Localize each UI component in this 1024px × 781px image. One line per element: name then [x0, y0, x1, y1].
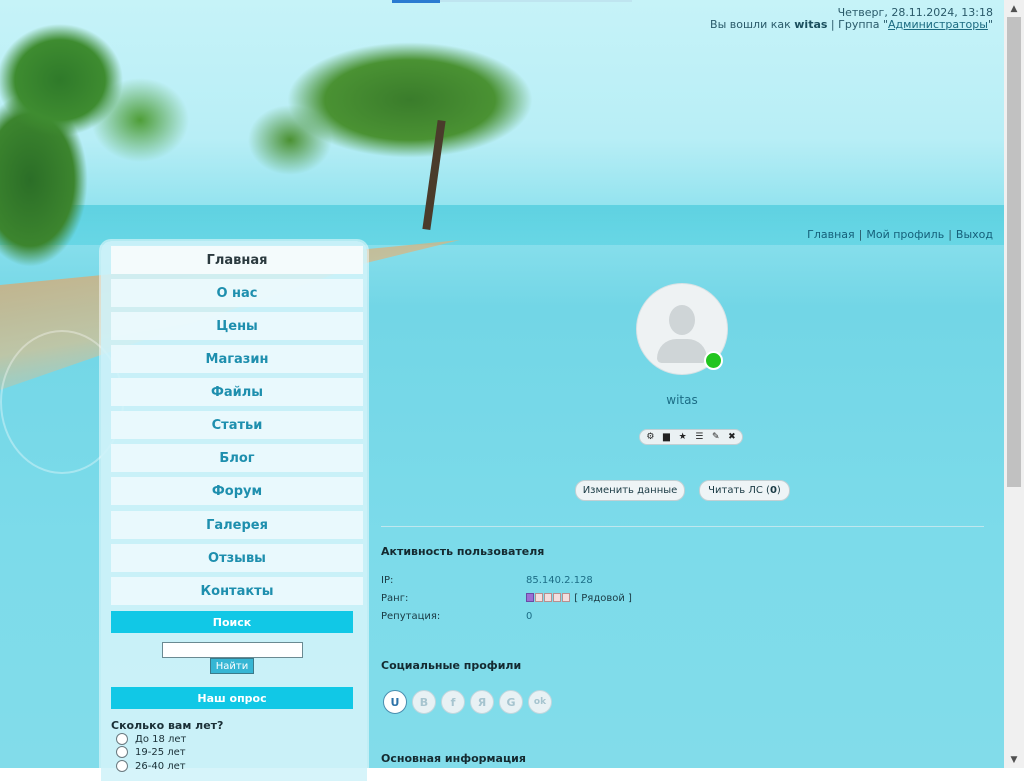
star-icon[interactable]: ★	[679, 432, 687, 442]
rank-box-icon	[562, 593, 570, 602]
rank-box-icon	[535, 593, 543, 602]
rank-level-indicator	[526, 593, 571, 604]
login-prefix: Вы вошли как	[710, 18, 795, 31]
poll-question: Сколько вам лет?	[111, 719, 224, 732]
poll-option-label: 26-40 лет	[135, 760, 186, 772]
profile-username: witas	[666, 393, 698, 407]
gear-icon[interactable]: ⚙	[646, 432, 654, 442]
message-count: 0	[769, 485, 777, 496]
pencil-icon[interactable]: ✎	[712, 432, 720, 442]
edit-profile-button[interactable]: Изменить данные	[575, 480, 685, 501]
section-divider	[381, 526, 984, 527]
nav-item-gallery[interactable]: Галерея	[111, 511, 363, 539]
rank-box-icon	[544, 593, 552, 602]
online-status-icon	[704, 351, 723, 370]
login-username: witas	[794, 18, 828, 31]
socials-title: Социальные профили	[381, 659, 522, 672]
sidebar: Главная О нас Цены Магазин Файлы Статьи …	[101, 241, 367, 781]
reputation-value: 0	[526, 611, 533, 622]
radio-icon[interactable]	[116, 733, 128, 745]
social-profiles: U B f Я G ok	[383, 690, 557, 714]
rank-box-icon	[526, 593, 534, 602]
group-link[interactable]: Администраторы	[888, 18, 988, 31]
main-info-title: Основная информация	[381, 752, 526, 765]
group-prefix: | Группа "	[827, 18, 889, 31]
user-menu: Главная | Мой профиль | Выход	[807, 228, 993, 241]
user-menu-logout[interactable]: Выход	[956, 228, 993, 241]
poll-option-label: До 18 лет	[135, 733, 187, 745]
nav-item-files[interactable]: Файлы	[111, 378, 363, 406]
rank-name: [ Рядовой ]	[574, 593, 632, 604]
facebook-social-icon[interactable]: f	[441, 690, 465, 714]
reputation-label: Репутация:	[381, 611, 441, 622]
login-status: Вы вошли как witas | Группа "Администрат…	[710, 18, 993, 31]
nav-item-articles[interactable]: Статьи	[111, 411, 363, 439]
read-messages-button[interactable]: Читать ЛС (0)	[699, 480, 790, 501]
tree-center-decoration	[230, 20, 580, 230]
poll-option[interactable]: До 18 лет	[116, 733, 186, 745]
ip-value: 85.140.2.128	[526, 575, 593, 586]
user-menu-separator: |	[948, 228, 952, 241]
yandex-social-icon[interactable]: Я	[470, 690, 494, 714]
ip-label: IP:	[381, 575, 394, 586]
poll-option-label: 19-25 лет	[135, 746, 186, 758]
poll-option[interactable]: 26-40 лет	[116, 760, 186, 772]
vertical-scrollbar[interactable]: ▲ ▼	[1004, 0, 1024, 768]
activity-title: Активность пользователя	[381, 545, 545, 558]
radio-icon[interactable]	[116, 760, 128, 772]
rank-box-icon	[553, 593, 561, 602]
radio-icon[interactable]	[116, 746, 128, 758]
nav-item-about[interactable]: О нас	[111, 279, 363, 307]
nav-item-shop[interactable]: Магазин	[111, 345, 363, 373]
group-suffix: "	[987, 18, 993, 31]
nav-item-reviews[interactable]: Отзывы	[111, 544, 363, 572]
google-social-icon[interactable]: G	[499, 690, 523, 714]
vk-social-icon[interactable]: B	[412, 690, 436, 714]
search-input[interactable]	[162, 642, 303, 658]
list-icon[interactable]: ☰	[695, 432, 703, 442]
search-button[interactable]: Найти	[210, 658, 254, 674]
user-menu-profile[interactable]: Мой профиль	[866, 228, 944, 241]
rank-value: [ Рядовой ]	[526, 593, 632, 604]
user-menu-home[interactable]: Главная	[807, 228, 855, 241]
scrollbar-thumb[interactable]	[1007, 17, 1021, 487]
nav-item-home[interactable]: Главная	[111, 246, 363, 274]
top-tab-bar	[440, 0, 632, 2]
nav-item-contacts[interactable]: Контакты	[111, 577, 363, 605]
scroll-down-icon[interactable]: ▼	[1004, 751, 1024, 768]
user-menu-separator: |	[858, 228, 863, 241]
odnoklassniki-social-icon[interactable]: ok	[528, 690, 552, 714]
avatar-head-icon	[669, 305, 695, 335]
top-tab-indicator	[392, 0, 440, 3]
stats-icon[interactable]: ▆	[663, 432, 670, 442]
read-messages-suffix: )	[776, 485, 781, 496]
profile-action-bar: ⚙ ▆ ★ ☰ ✎ ✖	[639, 429, 743, 445]
nav-item-forum[interactable]: Форум	[111, 477, 363, 505]
poll-block-title: Наш опрос	[111, 687, 353, 709]
nav-item-blog[interactable]: Блог	[111, 444, 363, 472]
nav-item-prices[interactable]: Цены	[111, 312, 363, 340]
search-block-title: Поиск	[111, 611, 353, 633]
ucoz-social-icon[interactable]: U	[383, 690, 407, 714]
rank-label: Ранг:	[381, 593, 409, 604]
poll-option[interactable]: 19-25 лет	[116, 746, 186, 758]
close-icon[interactable]: ✖	[728, 432, 736, 442]
read-messages-label: Читать ЛС (	[708, 485, 770, 496]
scroll-up-icon[interactable]: ▲	[1004, 0, 1024, 17]
avatar-body-icon	[657, 339, 707, 363]
